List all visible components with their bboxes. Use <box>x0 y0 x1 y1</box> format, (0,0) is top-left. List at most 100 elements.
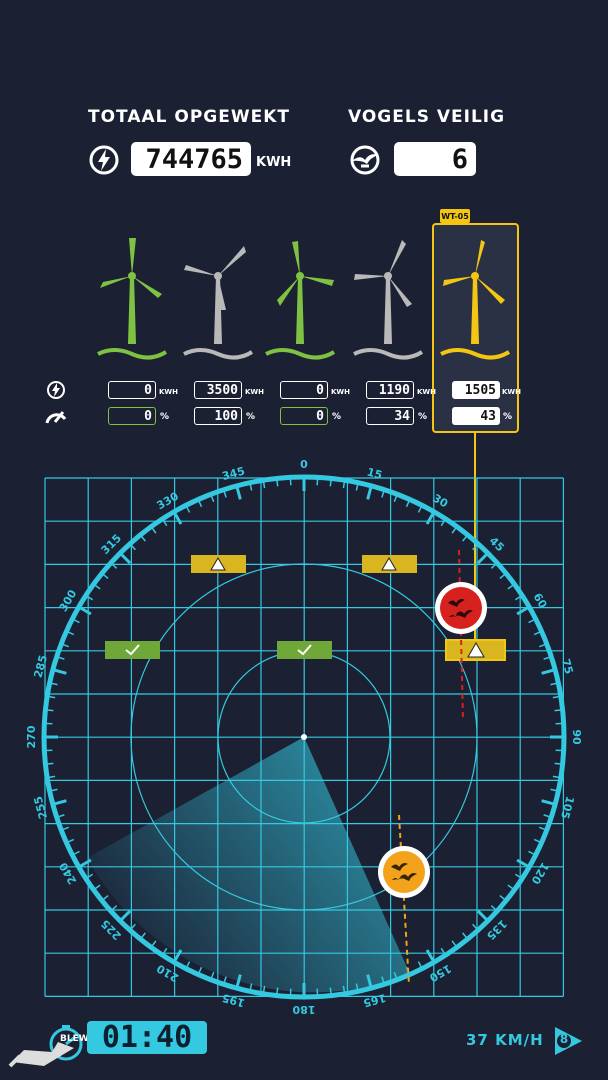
radar-tick <box>533 631 540 636</box>
ok-marker-1[interactable] <box>105 641 160 659</box>
radar-tick <box>462 932 467 938</box>
turbine-tag: WT-05 <box>440 209 470 223</box>
radar-tick <box>47 762 54 765</box>
radar-tick <box>472 923 478 930</box>
turbine-3-percent-unit: % <box>332 412 342 422</box>
radar-tick <box>451 940 457 947</box>
radar-tick <box>541 799 554 806</box>
radar-tick <box>62 643 70 648</box>
turbine-2-percent: 100 <box>194 407 242 425</box>
radar-tick <box>223 491 227 498</box>
radar-tick <box>249 484 253 491</box>
radar-tick <box>262 482 266 489</box>
radar-tick <box>342 985 346 992</box>
radar-tick <box>111 905 118 911</box>
birds-safe-label: VOGELS VEILIG <box>348 107 506 127</box>
radar-tick <box>329 987 332 994</box>
radar-tick <box>49 695 56 699</box>
radar-tick <box>366 487 373 500</box>
radar-tick <box>47 709 54 712</box>
radar-tick <box>499 895 505 900</box>
radar-tick <box>476 553 488 565</box>
bearing-label: 45 <box>487 534 507 554</box>
turbine-2-power-unit: KWH <box>245 388 265 396</box>
radar-tick <box>68 838 75 843</box>
radar-tick <box>476 909 488 921</box>
turbine-5-power: 1505 <box>452 381 500 399</box>
radar-tick <box>54 668 67 675</box>
radar-tick <box>151 940 157 947</box>
warning-marker-2[interactable] <box>362 555 417 573</box>
bearing-label: 165 <box>362 991 388 1010</box>
bearing-label: 270 <box>25 725 38 748</box>
radar-tick <box>543 814 550 818</box>
bearing-label: 90 <box>570 729 583 745</box>
turbine-3-percent: 0 <box>280 407 328 425</box>
radar-tick <box>62 826 70 831</box>
turbine-4-percent: 34 <box>366 407 414 425</box>
radar-tick <box>472 544 478 551</box>
radar-tick <box>538 826 546 831</box>
radar-tick <box>198 501 203 508</box>
orange-bird-flock-icon[interactable] <box>378 846 430 898</box>
radar-map[interactable]: 0153045607590105120135150165180195210225… <box>0 450 608 1020</box>
radar-tick <box>73 850 80 855</box>
bearing-label: 195 <box>221 991 247 1010</box>
radar-tick <box>79 606 92 616</box>
wind-level: 8 <box>559 1032 569 1046</box>
radar-tick <box>151 527 157 534</box>
turbine-5-icon[interactable] <box>437 236 513 361</box>
warning-marker-1[interactable] <box>191 555 246 573</box>
turbine-3-icon[interactable] <box>262 236 338 361</box>
turbine-2-icon[interactable] <box>180 236 256 361</box>
radar-tick <box>94 884 101 890</box>
radar-center <box>301 734 307 740</box>
radar-tick <box>94 584 101 590</box>
radar-tick <box>58 656 65 660</box>
radar-tick <box>462 536 467 542</box>
radar-tick <box>51 788 58 792</box>
bearing-label: 0 <box>300 458 308 471</box>
radar-tick <box>73 619 80 624</box>
turbine-1-percent-unit: % <box>160 412 170 422</box>
turbine-5-power-unit: KWH <box>502 388 522 396</box>
radar-tick <box>342 482 346 489</box>
radar-tick <box>276 987 279 994</box>
red-bird-flock-icon[interactable] <box>435 582 487 634</box>
radar-tick <box>516 858 529 868</box>
turbine-4-percent-unit: % <box>418 412 428 422</box>
radar-tick <box>417 961 422 968</box>
countdown-timer: 01:40 <box>87 1020 207 1055</box>
warning-marker-3[interactable] <box>445 639 506 661</box>
bearing-label: 105 <box>558 795 577 821</box>
gauge-icon <box>44 406 68 426</box>
radar-tick <box>516 606 529 616</box>
radar-tick <box>417 506 422 513</box>
radar-tick <box>262 985 266 992</box>
power-icon <box>46 380 66 400</box>
radar-tick <box>186 506 191 513</box>
blewscreen-logo <box>4 1022 94 1070</box>
turbine-4-icon[interactable] <box>350 236 426 361</box>
turbine-5-percent: 43 <box>452 407 500 425</box>
radar-tick <box>58 814 65 818</box>
radar-tick <box>552 775 559 779</box>
radar-tick <box>552 695 559 699</box>
bearing-label: 75 <box>559 657 576 675</box>
turbine-4-power-unit: KWH <box>417 388 437 396</box>
total-generated-label: TOTAAL OPGEWEKT <box>88 107 290 127</box>
ok-marker-2[interactable] <box>277 641 332 659</box>
turbine-4-power: 1190 <box>366 381 414 399</box>
radar-tick <box>538 643 546 648</box>
radar-tick <box>550 682 557 686</box>
turbine-1-icon[interactable] <box>94 236 170 361</box>
radar-tick <box>405 501 410 508</box>
radar-tick <box>120 909 132 921</box>
radar-tick <box>79 858 92 868</box>
radar-tick <box>103 574 109 579</box>
radar-tick <box>554 762 561 765</box>
radar-tick <box>425 512 435 525</box>
radar-tick <box>54 799 67 806</box>
radar-tick <box>554 709 561 712</box>
radar-tick <box>51 682 58 686</box>
